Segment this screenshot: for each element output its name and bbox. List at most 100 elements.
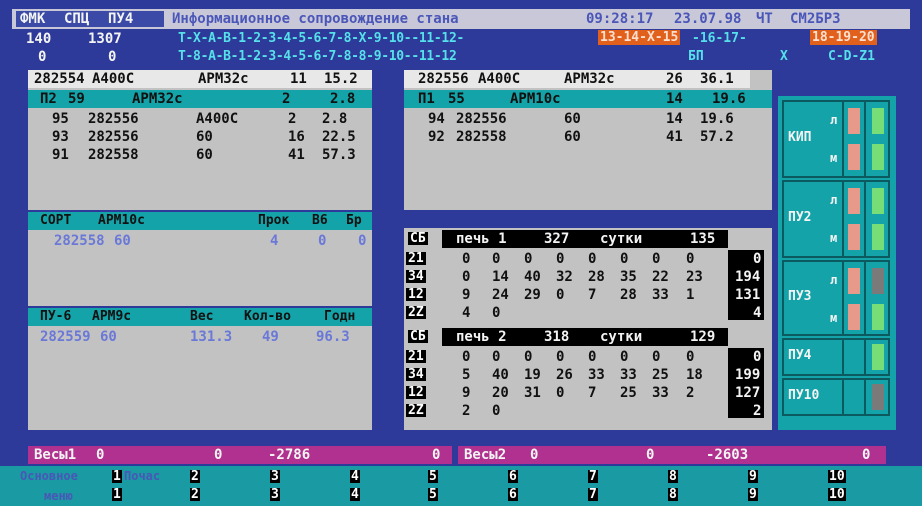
furnace-cell: 0 xyxy=(524,349,533,365)
left-row-cell: 2.8 xyxy=(322,111,348,127)
fkey-main-menu-top[interactable]: Основное xyxy=(20,470,78,482)
furnace-code-label: СБ xyxy=(408,329,428,344)
fkey-2[interactable]: 2 xyxy=(190,470,200,483)
furnace-cell: 0 xyxy=(492,305,501,321)
fkey-2-alt[interactable]: 2 xyxy=(190,488,200,501)
furnace-cell: 26 xyxy=(556,367,573,383)
fkey-8[interactable]: 8 xyxy=(668,470,678,483)
side-group-label[interactable]: ПУ2 xyxy=(788,211,811,224)
indicator-red xyxy=(848,144,860,170)
scale2-label: Весы2 xyxy=(464,447,507,463)
right-hdr-arm: АРМ10с xyxy=(510,91,561,107)
left-hdr-pos: П2 xyxy=(40,91,57,107)
fkey-6-alt[interactable]: 6 xyxy=(508,488,518,501)
fkey-main-menu-bottom[interactable]: меню xyxy=(44,490,73,502)
furnace-cell: 32 xyxy=(556,269,573,285)
furnace-cell: 0 xyxy=(686,349,695,365)
fkey-3[interactable]: 3 xyxy=(270,470,280,483)
pu6-row-good: 96.3 xyxy=(316,329,350,345)
furnace-cell: 7 xyxy=(588,287,597,303)
fkey-7[interactable]: 7 xyxy=(588,470,598,483)
furnace-cell: 28 xyxy=(620,287,637,303)
fkey-10[interactable]: 10 xyxy=(828,470,846,483)
furnace-cell: 0 xyxy=(492,403,501,419)
right-row-cell: 57.2 xyxy=(700,129,734,145)
furnace-code-label: СБ xyxy=(408,231,428,246)
furnace-cell: 18 xyxy=(686,367,703,383)
furnace-cell: 0 xyxy=(492,349,501,365)
fkey-9-alt[interactable]: 9 xyxy=(748,488,758,501)
right-row-cell: 282556 xyxy=(456,111,507,127)
side-group-m: м xyxy=(830,231,838,245)
clock-date: 23.07.98 xyxy=(674,11,742,27)
route-seq-highlight-2: 18-19-20 xyxy=(810,30,877,45)
fkey-1[interactable]: 1 xyxy=(112,470,122,483)
scale2-a: 0 xyxy=(530,447,539,463)
fkey-6[interactable]: 6 xyxy=(508,470,518,483)
furnace-cell: 0 xyxy=(652,349,661,365)
furnace-value: 327 xyxy=(544,231,570,247)
indicator-status xyxy=(872,224,884,250)
furnace-cell: 35 xyxy=(620,269,637,285)
furnace-cell: 0 xyxy=(620,349,629,365)
furnace-cell: 0 xyxy=(462,349,471,365)
furnace-row-sum: 2 xyxy=(753,403,762,419)
furnace-cell: 33 xyxy=(652,287,669,303)
furnace-cell: 28 xyxy=(588,269,605,285)
right-row-cell: 94 xyxy=(428,111,445,127)
right-row-cell: 60 xyxy=(564,129,581,145)
furnace-row-code: 2Z xyxy=(406,403,426,418)
right-strip-w: 36.1 xyxy=(700,71,734,87)
side-group-divider xyxy=(842,338,844,376)
fkey-1-alt[interactable]: 1 xyxy=(112,488,122,501)
sort-row-prok: 4 xyxy=(270,233,279,249)
furnace-cell: 0 xyxy=(620,251,629,267)
clock-time: 09:28:17 xyxy=(586,11,654,27)
furnace-row-sum: 131 xyxy=(735,287,761,303)
fkey-3-alt[interactable]: 3 xyxy=(270,488,280,501)
sort-row-id: 282558 xyxy=(54,233,105,249)
furnace-cell: 4 xyxy=(462,305,471,321)
menu-fmk[interactable]: ФМК xyxy=(20,12,45,26)
scale1-b: 0 xyxy=(214,447,223,463)
fkey-10-alt[interactable]: 10 xyxy=(828,488,846,501)
side-group-divider xyxy=(864,338,866,376)
furnace-title: печь 1 xyxy=(456,231,507,247)
sort-hdr-arm: АРМ10с xyxy=(98,213,145,228)
fkey-4-alt[interactable]: 4 xyxy=(350,488,360,501)
fkey-4[interactable]: 4 xyxy=(350,470,360,483)
side-group-label[interactable]: ПУ3 xyxy=(788,290,811,303)
pu6-hdr-arm: АРМ9с xyxy=(92,309,132,324)
menu-spc[interactable]: СПЦ xyxy=(64,12,89,26)
furnace-cell: 0 xyxy=(556,251,565,267)
furnace-cell: 0 xyxy=(462,269,471,285)
fkey-7-alt[interactable]: 7 xyxy=(588,488,598,501)
side-group-label[interactable]: ПУ4 xyxy=(788,349,811,362)
scale1-c: -2786 xyxy=(268,447,311,463)
indicator-red xyxy=(848,188,860,214)
row2-a: 140 xyxy=(26,31,52,47)
row3-a: 0 xyxy=(38,49,47,65)
side-group-l: л xyxy=(830,273,838,287)
left-hdr-w: 2.8 xyxy=(330,91,356,107)
furnace-row-code: 2Z xyxy=(406,305,426,320)
fkey-8-alt[interactable]: 8 xyxy=(668,488,678,501)
pu6-row-id: 282559 xyxy=(40,329,91,345)
right-hdr-num: 55 xyxy=(448,91,465,107)
fkey-5[interactable]: 5 xyxy=(428,470,438,483)
right-hdr-n: 14 xyxy=(666,91,683,107)
sort-row-v6: 0 xyxy=(318,233,327,249)
side-group-label[interactable]: КИП xyxy=(788,131,811,144)
furnace-row-code: 12 xyxy=(406,385,426,400)
fkey-9[interactable]: 9 xyxy=(748,470,758,483)
screen-title: Информационное сопровождение стана xyxy=(172,11,459,27)
menu-pu4[interactable]: ПУ4 xyxy=(108,12,133,26)
side-group-divider xyxy=(842,100,844,178)
furnace-cell: 9 xyxy=(462,287,471,303)
fkey-5-alt[interactable]: 5 xyxy=(428,488,438,501)
pu6-row-size: 60 xyxy=(100,329,117,345)
side-group-label[interactable]: ПУ10 xyxy=(788,389,819,402)
furnace-cell: 25 xyxy=(620,385,637,401)
indicator-status xyxy=(872,384,884,410)
fkey-hourly[interactable]: Почас xyxy=(124,470,160,482)
